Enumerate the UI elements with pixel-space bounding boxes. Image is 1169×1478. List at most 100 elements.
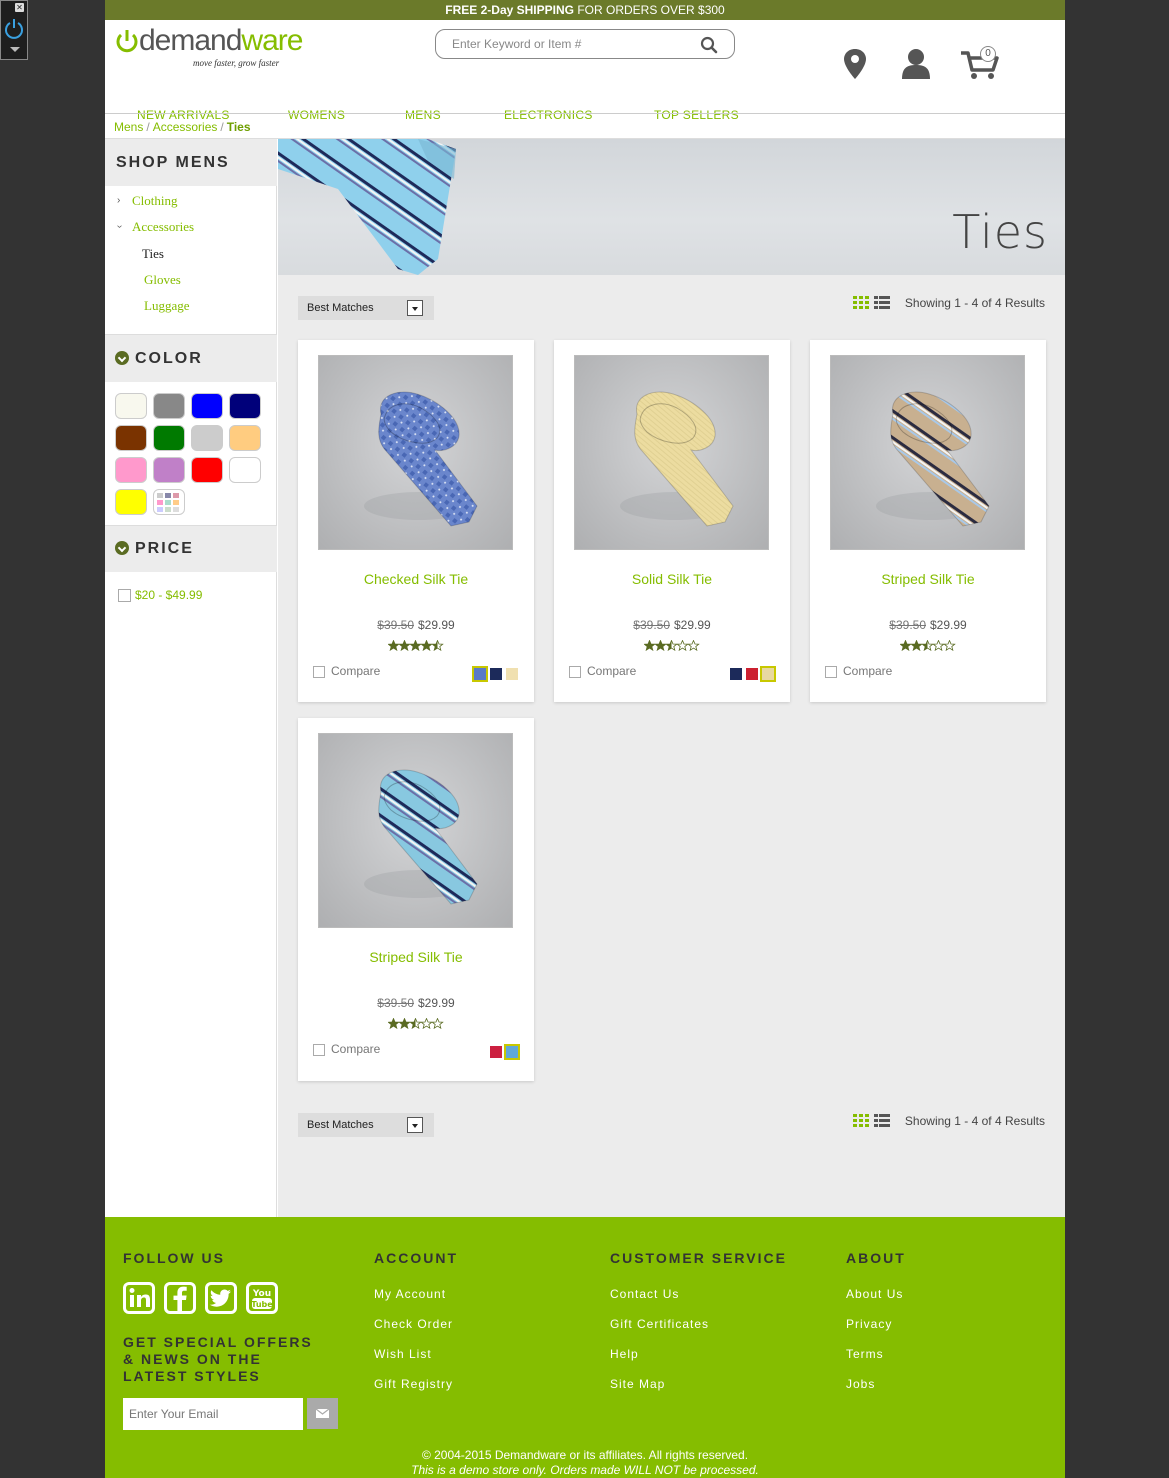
color-swatch-green[interactable] bbox=[153, 425, 185, 451]
dropdown-arrow-icon[interactable] bbox=[407, 1117, 423, 1133]
nav-electronics[interactable]: ELECTRONICS bbox=[504, 108, 593, 122]
color-swatch-grey[interactable] bbox=[153, 393, 185, 419]
category-luggage[interactable]: Luggage bbox=[144, 298, 189, 314]
color-swatch-yellow[interactable] bbox=[115, 489, 147, 515]
product-color-swatch[interactable] bbox=[746, 667, 758, 680]
product-tile[interactable]: Striped Silk Tie $39.50 $29.99 Compare bbox=[810, 340, 1046, 702]
product-tile[interactable]: Solid Silk Tie $39.50 $29.99 Compare bbox=[554, 340, 790, 702]
close-icon[interactable]: ✕ bbox=[15, 3, 24, 12]
category-accessories[interactable]: Accessories bbox=[132, 219, 194, 235]
product-name[interactable]: Checked Silk Tie bbox=[298, 571, 534, 587]
compare-checkbox[interactable]: Compare bbox=[313, 664, 380, 678]
grid-view-icon[interactable] bbox=[853, 1114, 869, 1127]
category-gloves[interactable]: Gloves bbox=[144, 272, 181, 288]
link-about-us[interactable]: About Us bbox=[846, 1287, 903, 1301]
product-image[interactable] bbox=[318, 355, 513, 550]
youtube-icon[interactable]: You Tube bbox=[246, 1282, 278, 1314]
results-count: Showing 1 - 4 of 4 Results bbox=[904, 296, 1045, 310]
sort-select[interactable]: Best Matches bbox=[298, 296, 434, 320]
power-icon[interactable] bbox=[4, 17, 24, 39]
list-view-icon[interactable] bbox=[874, 1114, 890, 1127]
search-input[interactable] bbox=[452, 36, 682, 52]
color-swatch-miscellaneous[interactable] bbox=[153, 489, 185, 515]
search-icon[interactable] bbox=[700, 36, 718, 54]
link-wish-list[interactable]: Wish List bbox=[374, 1347, 432, 1361]
nav-mens[interactable]: MENS bbox=[405, 108, 441, 122]
product-color-swatch[interactable] bbox=[760, 665, 776, 682]
product-tile[interactable]: Striped Silk Tie $39.50 $29.99 Compare bbox=[298, 718, 534, 1081]
compare-checkbox[interactable]: Compare bbox=[313, 1042, 380, 1056]
chevron-down-icon[interactable] bbox=[10, 47, 20, 52]
user-account-icon[interactable] bbox=[900, 47, 932, 79]
color-swatch-navy[interactable] bbox=[229, 393, 261, 419]
compare-label: Compare bbox=[843, 664, 893, 678]
promo-banner: FREE 2-Day SHIPPING FOR ORDERS OVER $300 bbox=[105, 0, 1065, 20]
list-view-icon[interactable] bbox=[874, 296, 890, 309]
nav-top-sellers[interactable]: TOP SELLERS bbox=[654, 108, 739, 122]
checkbox[interactable] bbox=[569, 665, 581, 678]
link-terms[interactable]: Terms bbox=[846, 1347, 884, 1361]
linkedin-icon[interactable] bbox=[123, 1282, 155, 1314]
color-swatch-silver[interactable] bbox=[191, 425, 223, 451]
product-tile[interactable]: Checked Silk Tie $39.50 $29.99 Compare bbox=[298, 340, 534, 702]
sort-select-bottom[interactable]: Best Matches bbox=[298, 1113, 434, 1137]
link-check-order[interactable]: Check Order bbox=[374, 1317, 453, 1331]
dropdown-arrow-icon[interactable] bbox=[407, 300, 423, 316]
category-clothing[interactable]: Clothing bbox=[132, 193, 178, 209]
breadcrumb-mens[interactable]: Mens bbox=[114, 120, 143, 134]
product-color-swatch[interactable] bbox=[490, 1045, 502, 1058]
checkbox[interactable] bbox=[118, 589, 131, 603]
compare-checkbox[interactable]: Compare bbox=[569, 664, 636, 678]
chevron-right-icon[interactable]: › bbox=[117, 195, 120, 206]
checkbox[interactable] bbox=[313, 665, 325, 678]
breadcrumb-ties[interactable]: Ties bbox=[227, 120, 251, 134]
product-color-swatch[interactable] bbox=[472, 665, 488, 682]
facebook-icon[interactable] bbox=[164, 1282, 196, 1314]
color-swatch-red[interactable] bbox=[191, 457, 223, 483]
category-ties[interactable]: Ties bbox=[142, 246, 164, 262]
link-help[interactable]: Help bbox=[610, 1347, 639, 1361]
color-swatch-pink[interactable] bbox=[115, 457, 147, 483]
link-contact-us[interactable]: Contact Us bbox=[610, 1287, 679, 1301]
product-image[interactable] bbox=[574, 355, 769, 550]
twitter-icon[interactable] bbox=[205, 1282, 237, 1314]
link-gift-registry[interactable]: Gift Registry bbox=[374, 1377, 453, 1391]
product-color-swatch[interactable] bbox=[504, 1043, 520, 1060]
product-color-swatch[interactable] bbox=[730, 667, 742, 680]
cart-count-badge[interactable]: 0 bbox=[980, 46, 996, 62]
link-site-map[interactable]: Site Map bbox=[610, 1377, 665, 1391]
checkbox[interactable] bbox=[825, 665, 837, 678]
color-filter-heading[interactable]: COLOR bbox=[105, 335, 277, 382]
link-jobs[interactable]: Jobs bbox=[846, 1377, 875, 1391]
product-name[interactable]: Striped Silk Tie bbox=[298, 949, 534, 965]
email-signup-input[interactable] bbox=[123, 1398, 303, 1430]
color-swatch-purple[interactable] bbox=[153, 457, 185, 483]
chevron-down-icon[interactable]: › bbox=[114, 225, 125, 228]
product-color-swatch[interactable] bbox=[506, 667, 518, 680]
link-my-account[interactable]: My Account bbox=[374, 1287, 446, 1301]
product-image[interactable] bbox=[318, 733, 513, 928]
grid-view-icon[interactable] bbox=[853, 296, 869, 309]
product-name[interactable]: Striped Silk Tie bbox=[810, 571, 1046, 587]
store-locator-icon[interactable] bbox=[843, 48, 867, 80]
product-color-swatch[interactable] bbox=[490, 667, 502, 680]
price-filter-option[interactable]: $20 - $49.99 bbox=[118, 588, 202, 603]
logo[interactable]: demandware move faster, grow faster bbox=[115, 24, 305, 68]
link-privacy[interactable]: Privacy bbox=[846, 1317, 892, 1331]
nav-womens[interactable]: WOMENS bbox=[288, 108, 345, 122]
product-image[interactable] bbox=[830, 355, 1025, 550]
price-filter-heading[interactable]: PRICE bbox=[105, 526, 277, 572]
checkbox[interactable] bbox=[313, 1043, 325, 1056]
color-swatch-white[interactable] bbox=[115, 393, 147, 419]
color-swatch-white-alt[interactable] bbox=[229, 457, 261, 483]
color-swatch-blue[interactable] bbox=[191, 393, 223, 419]
link-gift-certificates[interactable]: Gift Certificates bbox=[610, 1317, 709, 1331]
compare-checkbox[interactable]: Compare bbox=[825, 664, 892, 678]
email-submit-button[interactable] bbox=[307, 1398, 338, 1429]
page: FREE 2-Day SHIPPING FOR ORDERS OVER $300… bbox=[105, 0, 1065, 1478]
color-swatch-orange[interactable] bbox=[229, 425, 261, 451]
color-swatch-brown[interactable] bbox=[115, 425, 147, 451]
breadcrumb-accessories[interactable]: Accessories bbox=[153, 120, 218, 134]
product-name[interactable]: Solid Silk Tie bbox=[554, 571, 790, 587]
power-widget[interactable]: ✕ bbox=[0, 0, 28, 60]
